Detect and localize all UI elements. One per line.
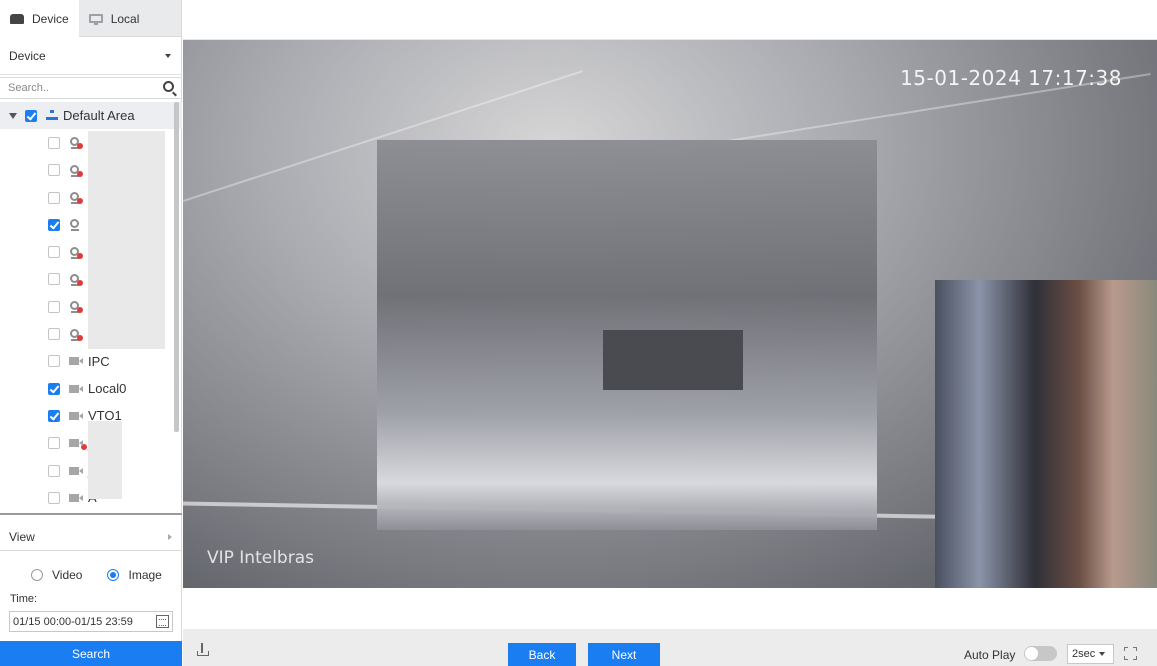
- device-search: [0, 77, 181, 99]
- tree-item-label: IPC: [88, 353, 110, 369]
- download-icon[interactable]: [197, 643, 209, 656]
- next-button[interactable]: Next: [588, 643, 660, 666]
- redaction-block: [88, 421, 122, 499]
- search-button[interactable]: Search: [0, 641, 182, 666]
- image-radio-label: Image: [128, 568, 162, 582]
- chevron-right-icon: [168, 533, 172, 540]
- time-range-field[interactable]: 01/15 00:00-01/15 23:59: [9, 611, 173, 632]
- checkbox[interactable]: [48, 273, 60, 286]
- fullscreen-icon[interactable]: [1124, 647, 1137, 660]
- camera-offline-icon: [69, 300, 83, 314]
- camera-icon: [69, 218, 82, 232]
- camera-offline-icon: [69, 273, 83, 286]
- checkbox[interactable]: [48, 382, 60, 395]
- left-panel: Device Local Device Default Area 1: [0, 0, 182, 666]
- camera-offline-icon: [69, 164, 83, 177]
- chevron-down-icon: [165, 53, 171, 58]
- tab-device[interactable]: Device: [0, 0, 79, 37]
- video-channel-icon: [69, 384, 84, 393]
- video-channel-icon: [69, 411, 84, 420]
- checkbox[interactable]: [48, 300, 60, 313]
- expand-icon[interactable]: [9, 112, 17, 119]
- view-section-label: View: [9, 529, 35, 544]
- pixelated-region: [935, 280, 1157, 588]
- interval-value: 2sec: [1072, 648, 1096, 660]
- search-input[interactable]: [0, 78, 181, 98]
- checkbox[interactable]: [48, 464, 60, 477]
- device-icon: [10, 13, 24, 24]
- tree-root-label: Default Area: [63, 108, 135, 124]
- calendar-icon[interactable]: [156, 615, 169, 628]
- autoplay-label: Auto Play: [964, 648, 1016, 662]
- checkbox[interactable]: [25, 109, 37, 122]
- area-icon: [46, 110, 58, 121]
- camera-offline-icon: [69, 191, 83, 205]
- device-section-label: Device: [9, 48, 46, 63]
- checkbox[interactable]: [48, 491, 60, 504]
- checkbox[interactable]: [48, 218, 60, 231]
- video-channel-icon: [69, 466, 84, 475]
- autoplay-toggle[interactable]: [1024, 646, 1057, 661]
- redaction-block: [88, 131, 165, 349]
- search-icon[interactable]: [163, 81, 174, 92]
- camera-offline-icon: [69, 328, 83, 341]
- tree-root-default-area[interactable]: Default Area: [0, 102, 182, 130]
- view-section-header[interactable]: View: [0, 523, 182, 551]
- checkbox[interactable]: [48, 246, 60, 259]
- checkbox[interactable]: [48, 437, 60, 450]
- mode-radio-group: Video Image: [31, 568, 162, 582]
- camera-offline-icon: [69, 246, 83, 259]
- chevron-down-icon: [1099, 652, 1106, 656]
- image-radio[interactable]: [107, 569, 120, 581]
- interval-select[interactable]: 2sec: [1067, 644, 1114, 664]
- timestamp-overlay: 15-01-2024 17:17:38: [900, 66, 1122, 90]
- video-channel-icon: [69, 357, 84, 366]
- video-channel-icon: [69, 493, 84, 502]
- device-section-header[interactable]: Device: [0, 37, 181, 75]
- time-label: Time:: [10, 593, 38, 605]
- time-range-value: 01/15 00:00-01/15 23:59: [13, 615, 133, 628]
- watermark: VIP Intelbras: [207, 548, 314, 568]
- tab-local[interactable]: Local: [79, 0, 150, 37]
- checkbox[interactable]: [48, 355, 60, 368]
- checkbox[interactable]: [48, 409, 60, 422]
- tab-device-label: Device: [32, 11, 69, 26]
- checkbox[interactable]: [48, 191, 60, 204]
- back-button[interactable]: Back: [508, 643, 576, 666]
- tree-item[interactable]: IPC: [0, 348, 182, 375]
- playback-controls: Back Next Auto Play 2sec: [183, 629, 1157, 666]
- tree-item-label: Local0: [88, 381, 127, 397]
- checkbox[interactable]: [48, 136, 60, 149]
- pixelated-region: [603, 330, 743, 390]
- video-radio[interactable]: [31, 569, 43, 581]
- video-radio-label: Video: [52, 568, 83, 582]
- viewer-spacer: [183, 588, 1157, 629]
- camera-offline-icon: [69, 136, 83, 150]
- tab-local-label: Local: [110, 11, 140, 26]
- checkbox[interactable]: [48, 164, 60, 177]
- source-tabs: Device Local: [0, 0, 181, 37]
- checkbox[interactable]: [48, 328, 60, 341]
- monitor-icon: [88, 14, 103, 25]
- image-viewer[interactable]: 15-01-2024 17:17:38 VIP Intelbras: [183, 40, 1157, 588]
- top-bar: [183, 0, 1157, 40]
- tree-scrollbar[interactable]: [174, 102, 179, 432]
- tree-item[interactable]: Local0: [0, 375, 182, 402]
- video-offline-icon: [69, 439, 87, 451]
